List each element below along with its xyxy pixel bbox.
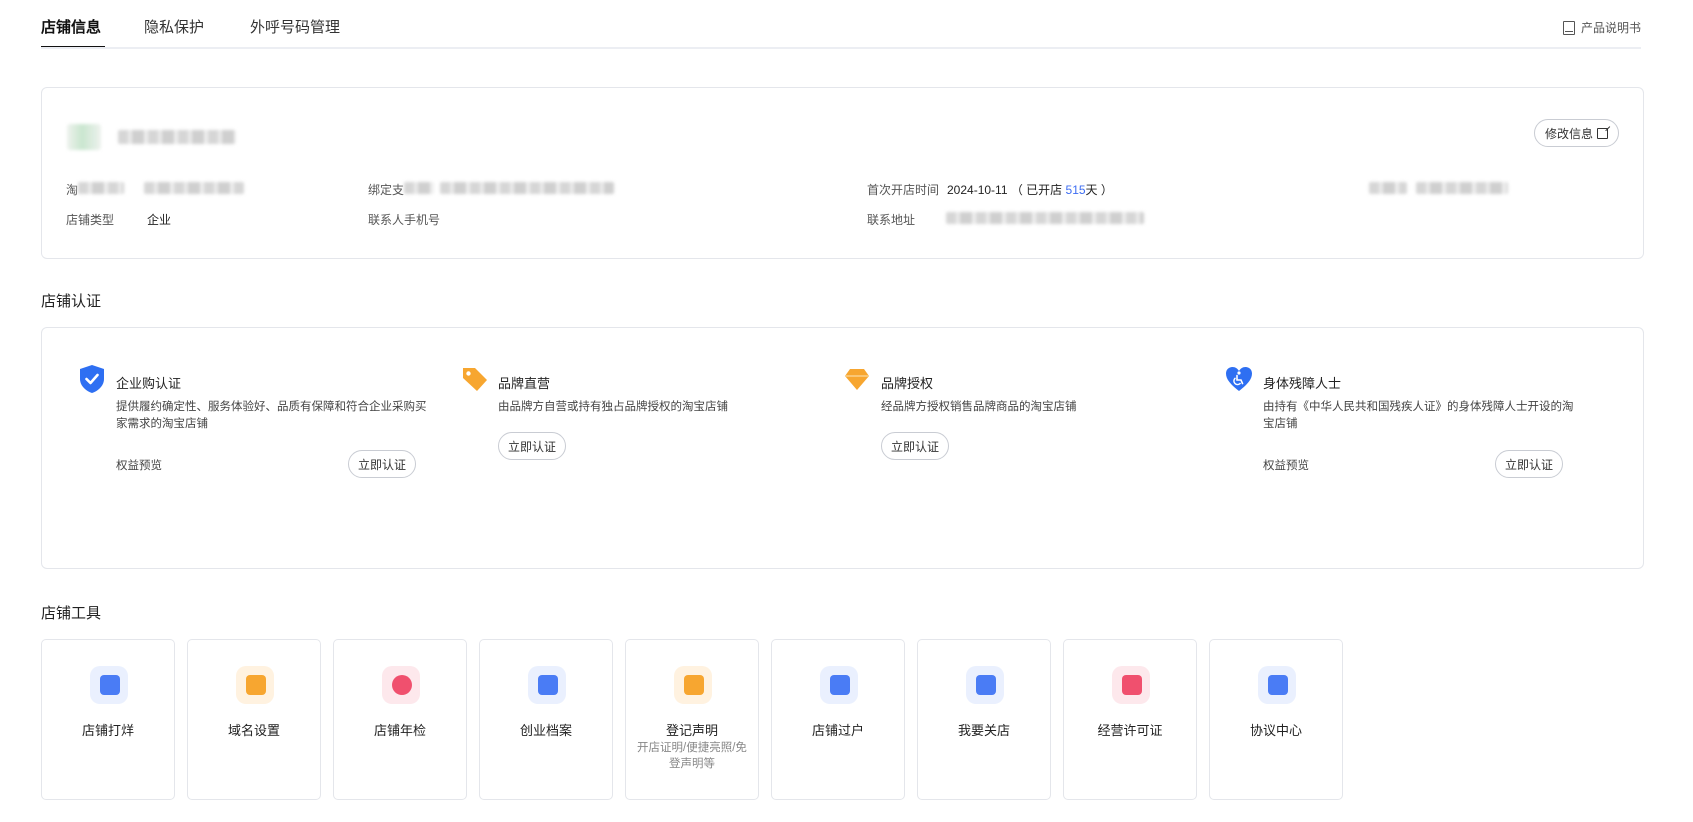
cert-title: 品牌直营 [498,376,551,391]
book-icon [1562,20,1575,35]
tool-label: 域名设置 [227,723,280,738]
edit-info-label: 修改信息 [1544,126,1593,141]
tab-divider [41,47,1641,49]
tool-agreement-center[interactable]: 协议中心 [1209,639,1343,800]
benefit-preview-link[interactable]: 权益预览 [1263,457,1309,473]
tool-annual-inspection[interactable]: 店铺年检 [333,639,467,800]
close-store-icon [966,666,1004,704]
tool-business-archive[interactable]: 创业档案 [479,639,613,800]
tool-registration-statement[interactable]: 登记声明 开店证明/便捷亮照/免登声明等 [625,639,759,800]
tool-close-store[interactable]: 我要关店 [917,639,1051,800]
tab-store-info[interactable]: 店铺信息 [41,16,101,37]
tool-label: 店铺年检 [373,723,426,738]
tag-icon [463,368,487,391]
tool-label: 登记声明 [665,723,718,738]
opened-days: 515 [1065,183,1086,197]
certification-section-title: 店铺认证 [41,293,102,310]
tab-outbound-number[interactable]: 外呼号码管理 [250,16,340,37]
contact-phone-label: 联系人手机号 [368,213,441,227]
tool-store-close[interactable]: 店铺打烊 [41,639,175,800]
bind-alipay-label: 绑定支 [368,183,405,197]
cert-desc: 经品牌方授权销售品牌商品的淘宝店铺 [881,401,1077,413]
accessible-heart-icon [1226,367,1252,391]
first-open-label: 首次开店时间 [867,183,940,197]
cert-desc: 提供履约确定性、服务体验好、品质有保障和符合企业采购买家需求的淘宝店铺 [116,401,427,430]
cert-desc: 由品牌方自营或持有独占品牌授权的淘宝店铺 [498,401,728,413]
extra-value-redacted [1416,182,1508,194]
cert-title: 身体残障人士 [1263,376,1342,391]
certify-now-button[interactable]: 立即认证 [1495,450,1564,478]
extra-label-redacted [1369,182,1407,194]
diamond-icon [845,369,869,390]
shield-search-icon [382,666,420,704]
cert-title: 企业购认证 [116,376,182,391]
certify-now-button[interactable]: 立即认证 [348,450,417,478]
tool-label: 经营许可证 [1097,723,1163,738]
tool-label: 店铺过户 [811,723,864,738]
tool-label: 协议中心 [1249,723,1302,738]
product-manual-link[interactable]: 产品说明书 [1562,19,1641,36]
store-name-redacted [118,130,236,144]
cert-desc: 由持有《中华人民共和国残疾人证》的身体残障人士开设的淘宝店铺 [1263,401,1574,430]
document-icon [674,666,712,704]
contact-address-label: 联系地址 [867,213,916,227]
domain-icon [236,666,274,704]
agreement-icon [1258,666,1296,704]
cert-title: 品牌授权 [881,376,934,391]
cert-enterprise: 企业购认证 提供履约确定性、服务体验好、品质有保障和符合企业采购买家需求的淘宝店… [78,364,438,484]
certify-now-button[interactable]: 立即认证 [498,432,567,460]
store-type-label: 店铺类型 [66,213,115,227]
store-close-icon [90,666,128,704]
tab-bar: 店铺信息 隐私保护 外呼号码管理 产品说明书 [41,0,1641,50]
contact-address-redacted [946,212,1144,224]
tool-domain-settings[interactable]: 域名设置 [187,639,321,800]
alipay-account-redacted [440,182,614,194]
store-info-card: 修改信息 淘 绑定支 首次开店时间 2024-10-11 （ 已开店 515天 … [41,87,1644,259]
tool-store-transfer[interactable]: 店铺过户 [771,639,905,800]
tab-privacy[interactable]: 隐私保护 [144,16,204,37]
shield-check-icon [80,365,104,393]
tool-label: 创业档案 [519,723,572,738]
tool-sub-label: 开店证明/便捷亮照/免登声明等 [637,742,747,770]
tool-label: 店铺打烊 [81,723,134,738]
first-open-value: 2024-10-11 （ 已开店 515天 ） [947,183,1113,197]
store-logo [67,124,101,150]
tool-business-license[interactable]: 经营许可证 [1063,639,1197,800]
taobao-account-redacted [144,182,244,194]
archive-icon [528,666,566,704]
cert-brand-direct: 品牌直营 由品牌方自营或持有独占品牌授权的淘宝店铺 立即认证 [460,364,820,484]
bind-label-redacted [404,182,434,194]
certify-now-button[interactable]: 立即认证 [881,432,950,460]
cert-disabled-person: 身体残障人士 由持有《中华人民共和国残疾人证》的身体残障人士开设的淘宝店铺 权益… [1225,364,1585,484]
product-manual-label: 产品说明书 [1580,21,1641,35]
external-link-icon [1597,127,1608,139]
tools-section-title: 店铺工具 [41,605,102,622]
taobao-account-label: 淘 [66,183,79,197]
certification-card: 企业购认证 提供履约确定性、服务体验好、品质有保障和符合企业采购买家需求的淘宝店… [41,327,1644,569]
cert-brand-authorized: 品牌授权 经品牌方授权销售品牌商品的淘宝店铺 立即认证 [843,364,1203,484]
license-folder-icon [1112,666,1150,704]
store-type-value: 企业 [147,213,172,227]
transfer-icon [820,666,858,704]
edit-info-button[interactable]: 修改信息 [1533,119,1619,147]
taobao-label-redacted [78,182,124,194]
tool-label: 我要关店 [957,723,1010,738]
benefit-preview-link[interactable]: 权益预览 [116,457,162,473]
